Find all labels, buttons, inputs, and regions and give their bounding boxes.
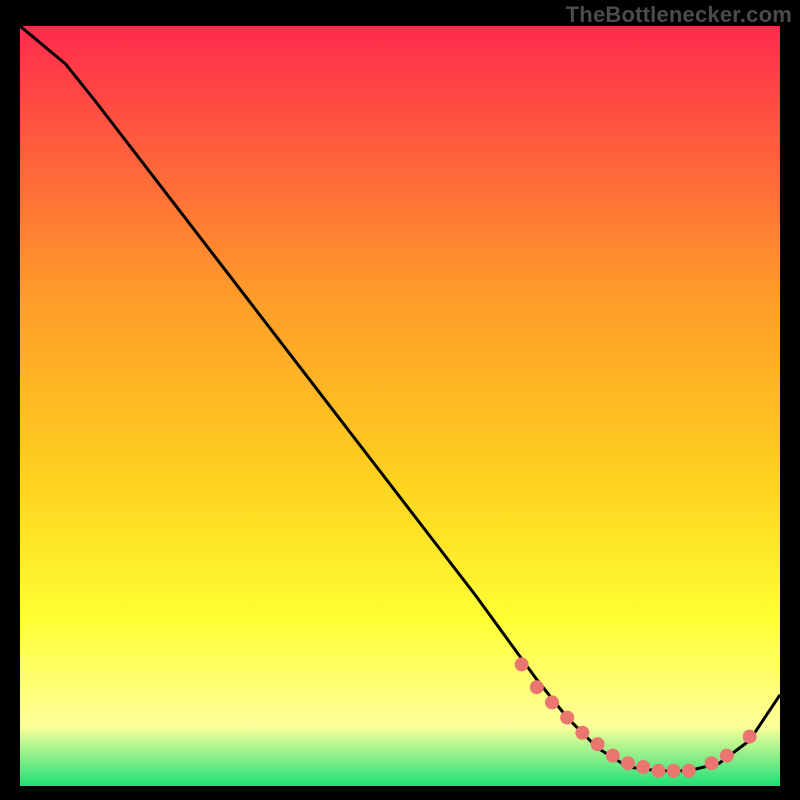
data-marker [705, 756, 719, 770]
data-marker [651, 764, 665, 778]
data-marker [530, 680, 544, 694]
data-marker [743, 730, 757, 744]
data-marker [682, 764, 696, 778]
data-marker [591, 737, 605, 751]
chart-frame: TheBottlenecker.com [0, 0, 800, 800]
plot-area [20, 26, 780, 786]
data-marker [720, 749, 734, 763]
data-marker [575, 726, 589, 740]
watermark-text: TheBottlenecker.com [566, 2, 792, 28]
chart-svg [20, 26, 780, 786]
data-marker [636, 760, 650, 774]
data-marker [545, 695, 559, 709]
data-marker [667, 764, 681, 778]
data-marker [621, 756, 635, 770]
data-marker [515, 657, 529, 671]
gradient-background [20, 26, 780, 786]
data-marker [560, 711, 574, 725]
data-marker [606, 749, 620, 763]
